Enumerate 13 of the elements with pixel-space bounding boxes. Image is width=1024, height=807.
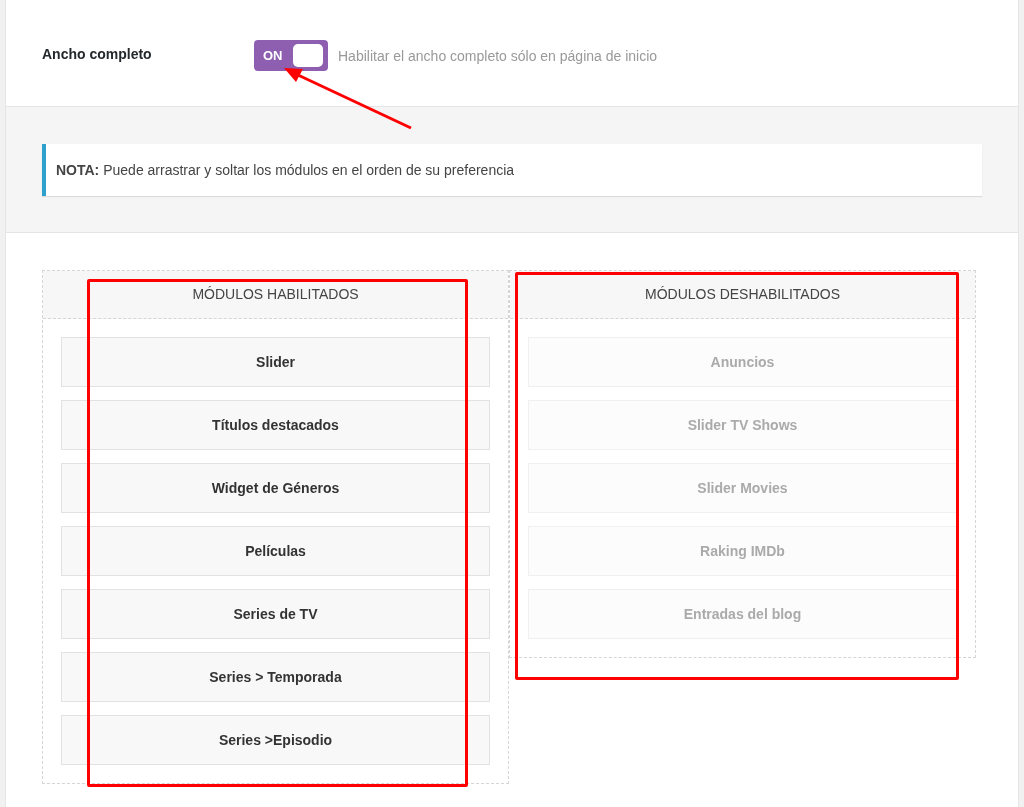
toggle-switch[interactable]: ON bbox=[254, 40, 328, 71]
module-item[interactable]: Series > Temporada bbox=[61, 652, 490, 702]
module-item[interactable]: Series de TV bbox=[61, 589, 490, 639]
module-item[interactable]: Películas bbox=[61, 526, 490, 576]
module-item[interactable]: Widget de Géneros bbox=[61, 463, 490, 513]
column-header: MÓDULOS DESHABILITADOS bbox=[510, 271, 975, 319]
module-item[interactable]: Slider bbox=[61, 337, 490, 387]
module-item[interactable]: Títulos destacados bbox=[61, 400, 490, 450]
setting-description: Habilitar el ancho completo sólo en página de inicio bbox=[338, 47, 658, 66]
column-header: MÓDULOS HABILITADOS bbox=[43, 271, 508, 319]
setting-label: Ancho completo bbox=[42, 45, 153, 64]
module-item[interactable]: Series >Episodio bbox=[61, 715, 490, 765]
note-text: NOTA: Puede arrastrar y soltar los módulos en el orden de su preferencia bbox=[56, 160, 515, 180]
